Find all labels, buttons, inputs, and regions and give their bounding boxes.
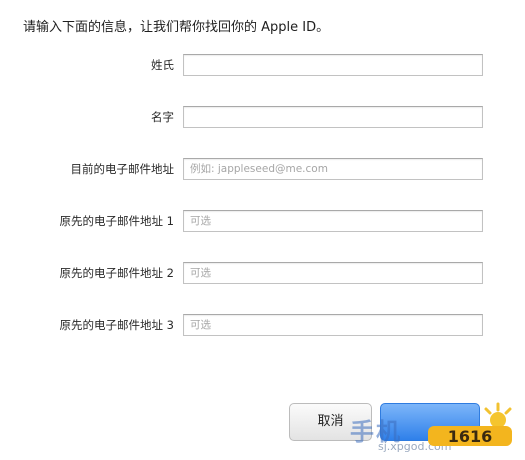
last-name-field[interactable]: [183, 54, 483, 76]
watermark-logo-text: 1616: [448, 427, 493, 446]
previous-email-1-label: 原先的电子邮件地址 1: [59, 214, 174, 228]
current-email-label: 目前的电子邮件地址: [70, 162, 175, 176]
previous-email-2-field[interactable]: [183, 262, 483, 284]
previous-email-3-label: 原先的电子邮件地址 3: [59, 318, 174, 332]
last-name-label: 姓氏: [151, 58, 174, 72]
first-name-field[interactable]: [183, 106, 483, 128]
first-name-label: 名字: [151, 110, 174, 124]
previous-email-1-field[interactable]: [183, 210, 483, 232]
watermark-logo-icon: 1616: [428, 402, 512, 446]
previous-email-2-label: 原先的电子邮件地址 2: [59, 266, 174, 280]
previous-email-3-field[interactable]: [183, 314, 483, 336]
current-email-field[interactable]: [183, 158, 483, 180]
intro-text: 请输入下面的信息，让我们帮你找回你的 Apple ID。: [23, 20, 330, 35]
